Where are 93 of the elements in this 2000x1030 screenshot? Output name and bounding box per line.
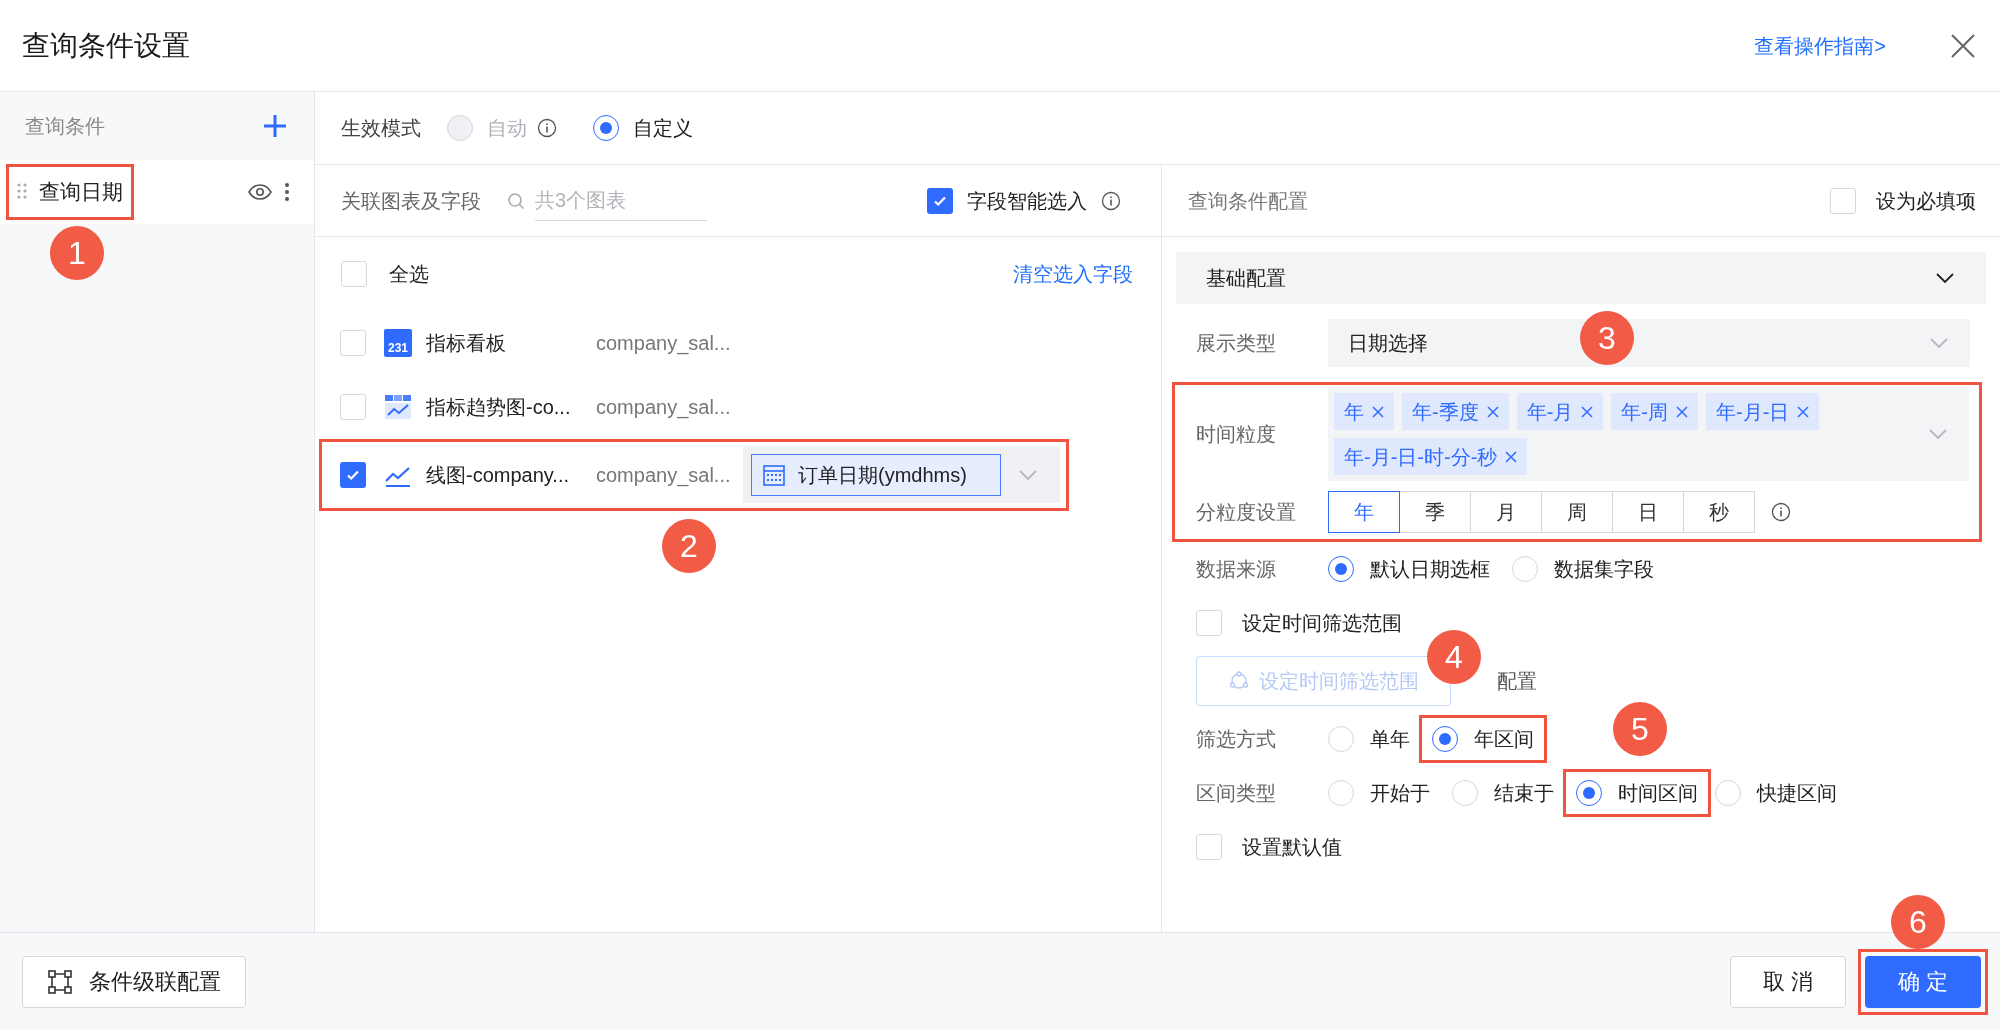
guide-link[interactable]: 查看操作指南> — [1754, 30, 1886, 61]
close-icon — [1950, 32, 1976, 59]
radio-label: 数据集字段 — [1554, 557, 1654, 582]
granularity-select[interactable]: 年 年-季度 年-月 年-周 年-月-日 年-月-日-时-分-秒 — [1328, 387, 1969, 481]
step-badge: 6 — [1891, 895, 1945, 949]
checkbox[interactable] — [340, 330, 366, 356]
trend-chart-icon — [384, 393, 412, 421]
granularity-tag[interactable]: 年-周 — [1611, 393, 1698, 430]
info-icon — [537, 118, 557, 138]
eye-icon[interactable] — [248, 183, 272, 201]
config-note: 配置 — [1497, 669, 1537, 694]
dialog-title: 查询条件设置 — [22, 28, 190, 63]
section-header[interactable]: 基础配置 — [1176, 252, 1986, 304]
field-label: 数据来源 — [1196, 557, 1277, 582]
field-label: 展示类型 — [1196, 331, 1277, 356]
checkbox-label: 字段智能选入 — [967, 188, 1087, 214]
chart-name: 指标看板 — [426, 331, 507, 356]
field-label: 区间类型 — [1196, 781, 1277, 806]
radio-button[interactable] — [1328, 556, 1354, 582]
granularity-tag[interactable]: 年-月-日 — [1706, 393, 1820, 430]
step-badge: 4 — [1427, 630, 1481, 684]
cancel-button[interactable]: 取 消 — [1730, 955, 1846, 1008]
checkbox[interactable] — [927, 187, 953, 214]
checkbox-label: 设置默认值 — [1242, 835, 1342, 860]
checkbox[interactable] — [341, 261, 367, 287]
granularity-segment[interactable]: 日 — [1612, 491, 1684, 533]
remove-icon[interactable] — [1486, 405, 1499, 418]
remove-icon[interactable] — [1581, 405, 1594, 418]
granularity-segment[interactable]: 年 — [1328, 491, 1400, 533]
dataset-name: company_sal... — [596, 395, 731, 421]
radio-button[interactable] — [1432, 726, 1458, 752]
checkbox[interactable] — [1196, 610, 1222, 636]
radio-label: 自定义 — [633, 116, 693, 141]
checkbox[interactable] — [340, 394, 366, 420]
remove-icon[interactable] — [1797, 405, 1810, 418]
radio-button[interactable] — [1576, 780, 1602, 806]
panel-title: 查询条件配置 — [1188, 188, 1308, 214]
more-icon[interactable] — [284, 182, 290, 202]
field-label: 筛选方式 — [1196, 727, 1277, 752]
field-tag: 订单日期(ymdhms) — [751, 454, 1001, 496]
nodes-icon — [47, 968, 73, 995]
granularity-segment[interactable]: 周 — [1541, 491, 1613, 533]
radio-button[interactable] — [593, 115, 619, 141]
remove-icon[interactable] — [1372, 405, 1384, 418]
granularity-segment[interactable]: 月 — [1470, 491, 1542, 533]
sidebar-item[interactable]: 查询日期 — [0, 160, 314, 224]
radio-label: 时间区间 — [1618, 781, 1698, 806]
granularity-tag[interactable]: 年-月-日-时-分-秒 — [1334, 438, 1528, 475]
plus-icon[interactable] — [262, 113, 288, 139]
field-label: 关联图表及字段 — [341, 188, 481, 214]
field-label: 分粒度设置 — [1196, 500, 1297, 525]
chart-name: 线图-company... — [426, 463, 570, 488]
granularity-tag[interactable]: 年-月 — [1516, 393, 1604, 430]
nodes-icon — [1228, 671, 1249, 691]
info-icon — [1771, 502, 1791, 522]
search-icon — [507, 191, 525, 210]
radio-label: 单年 — [1370, 727, 1410, 752]
field-label: 时间粒度 — [1196, 422, 1277, 447]
calendar-icon — [762, 463, 786, 487]
checkbox[interactable] — [340, 462, 366, 488]
radio-label: 自动 — [487, 116, 527, 141]
confirm-button[interactable]: 确 定 — [1865, 955, 1981, 1008]
checkbox[interactable] — [1196, 834, 1222, 860]
radio-label: 结束于 — [1494, 781, 1554, 806]
sidebar-heading: 查询条件 — [25, 114, 105, 139]
checkbox[interactable] — [1830, 187, 1856, 214]
granularity-segment[interactable]: 季 — [1399, 491, 1471, 533]
radio-label: 快捷区间 — [1757, 781, 1837, 806]
checkbox-label: 设为必填项 — [1876, 188, 1976, 214]
info-icon — [1101, 190, 1121, 211]
radio-label: 默认日期选框 — [1370, 557, 1490, 582]
field-label: 生效模式 — [341, 116, 421, 141]
remove-icon[interactable] — [1505, 450, 1518, 463]
calendar-icon: 231 — [384, 329, 412, 357]
dataset-name: company_sal... — [596, 463, 731, 489]
radio-label: 年区间 — [1474, 727, 1534, 752]
step-badge: 5 — [1613, 702, 1667, 756]
cascade-config-button[interactable]: 条件级联配置 — [22, 955, 246, 1008]
step-badge: 1 — [50, 226, 104, 280]
remove-icon[interactable] — [1676, 405, 1688, 418]
chart-name: 指标趋势图-co... — [426, 395, 572, 420]
search-field[interactable]: 共3个图表 — [535, 180, 707, 221]
checkbox-label: 设定时间筛选范围 — [1242, 611, 1402, 636]
dataset-name: company_sal... — [596, 331, 731, 357]
radio-label: 开始于 — [1370, 781, 1430, 806]
clear-fields-link[interactable]: 清空选入字段 — [1013, 259, 1133, 289]
sidebar-item-label: 查询日期 — [39, 179, 123, 206]
checkbox-label: 全选 — [389, 262, 429, 287]
field-select[interactable]: 订单日期(ymdhms) — [743, 447, 1060, 503]
granularity-segment[interactable]: 秒 — [1683, 491, 1755, 533]
granularity-tag[interactable]: 年 — [1334, 393, 1394, 430]
granularity-tag[interactable]: 年-季度 — [1402, 393, 1509, 430]
step-badge: 2 — [662, 519, 716, 573]
